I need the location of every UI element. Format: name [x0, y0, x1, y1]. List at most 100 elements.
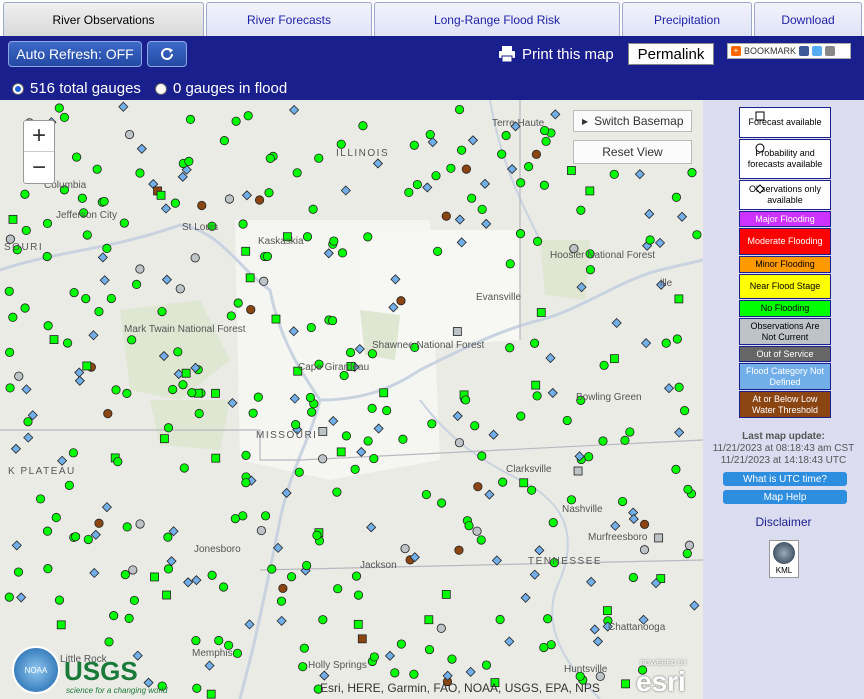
gauge-marker[interactable] — [278, 583, 288, 594]
gauge-marker[interactable] — [682, 549, 692, 559]
gauge-marker[interactable] — [529, 338, 540, 348]
reset-view-button[interactable]: Reset View — [573, 140, 692, 164]
gauge-marker[interactable] — [224, 194, 235, 204]
gauge-marker[interactable] — [57, 455, 68, 466]
gauge-marker[interactable] — [641, 338, 652, 349]
gauge-marker[interactable] — [241, 450, 251, 460]
gauge-marker[interactable] — [602, 606, 612, 616]
gauge-marker[interactable] — [56, 620, 66, 630]
gauge-marker[interactable] — [245, 273, 255, 283]
gauge-marker[interactable] — [476, 535, 486, 545]
gauge-marker[interactable] — [481, 218, 492, 229]
gauge-marker[interactable] — [491, 555, 502, 566]
gauge-marker[interactable] — [671, 464, 681, 474]
gauge-marker[interactable] — [621, 679, 630, 689]
gauge-marker[interactable] — [367, 403, 377, 414]
gauge-marker[interactable] — [194, 408, 204, 419]
gauge-marker[interactable] — [207, 570, 217, 580]
gauge-marker[interactable] — [350, 464, 360, 474]
gauge-marker[interactable] — [72, 152, 82, 162]
gauge-marker[interactable] — [617, 496, 628, 507]
gauge-marker[interactable] — [77, 193, 87, 203]
gauge-marker[interactable] — [83, 534, 93, 545]
gauge-marker[interactable] — [233, 298, 243, 308]
gauge-marker[interactable] — [585, 186, 595, 196]
gauge-marker[interactable] — [363, 232, 373, 242]
gauge-marker[interactable] — [586, 576, 597, 587]
gauge-marker[interactable] — [92, 164, 102, 174]
gauge-marker[interactable] — [441, 590, 451, 599]
gauge-marker[interactable] — [161, 274, 172, 285]
gauge-marker[interactable] — [271, 314, 281, 324]
gauge-marker[interactable] — [567, 166, 576, 175]
gauge-marker[interactable] — [543, 614, 553, 624]
gauge-marker[interactable] — [104, 637, 114, 647]
gauge-marker[interactable] — [353, 619, 363, 629]
gauge-marker[interactable] — [562, 415, 572, 426]
gauge-marker[interactable] — [192, 683, 202, 693]
gauge-marker[interactable] — [533, 236, 543, 247]
gauge-marker[interactable] — [286, 572, 297, 582]
gauge-marker[interactable] — [21, 384, 32, 395]
gauge-marker[interactable] — [341, 431, 351, 441]
gauge-marker[interactable] — [404, 187, 414, 198]
gauge-marker[interactable] — [318, 454, 328, 464]
kml-download[interactable]: KML — [769, 540, 799, 578]
gauge-marker[interactable] — [197, 200, 207, 211]
gauge-marker[interactable] — [436, 498, 447, 508]
gauge-marker[interactable] — [396, 296, 406, 306]
gauge-marker[interactable] — [206, 689, 216, 699]
gauge-marker[interactable] — [598, 436, 608, 446]
gauge-marker[interactable] — [42, 251, 52, 262]
gauge-marker[interactable] — [409, 669, 419, 679]
gauge-marker[interactable] — [13, 567, 24, 577]
gauge-marker[interactable] — [305, 392, 316, 403]
gauge-marker[interactable] — [160, 434, 169, 444]
gauge-marker[interactable] — [654, 533, 664, 543]
gauge-marker[interactable] — [337, 248, 348, 258]
gauge-marker[interactable] — [516, 411, 526, 421]
gauge-marker[interactable] — [298, 662, 308, 672]
gauge-marker[interactable] — [42, 526, 53, 536]
gauge-marker[interactable] — [319, 670, 330, 681]
gauge-marker[interactable] — [327, 315, 338, 326]
gauge-marker[interactable] — [645, 235, 655, 245]
gauge-marker[interactable] — [422, 182, 433, 193]
gauge-marker[interactable] — [390, 668, 400, 678]
gauge-marker[interactable] — [103, 409, 113, 419]
gauge-marker[interactable] — [454, 104, 465, 115]
gauge-marker[interactable] — [35, 494, 46, 504]
gauge-marker[interactable] — [473, 482, 483, 492]
gauge-marker[interactable] — [609, 169, 619, 179]
gauge-marker[interactable] — [259, 276, 269, 286]
gauge-marker[interactable] — [262, 251, 273, 261]
gauge-marker[interactable] — [302, 232, 313, 242]
gauge-marker[interactable] — [689, 600, 700, 611]
gauge-marker[interactable] — [219, 136, 229, 146]
gauge-marker[interactable] — [409, 140, 419, 150]
gauge-marker[interactable] — [531, 149, 542, 159]
gauge-marker[interactable] — [505, 259, 515, 269]
gauge-marker[interactable] — [82, 230, 92, 240]
gauge-marker[interactable] — [241, 246, 251, 256]
gauge-marker[interactable] — [101, 502, 112, 513]
gauge-marker[interactable] — [183, 577, 194, 588]
gauge-marker[interactable] — [74, 375, 85, 386]
gauge-marker[interactable] — [119, 218, 129, 228]
gauge-marker[interactable] — [214, 635, 224, 646]
tab-river-forecasts[interactable]: River Forecasts — [206, 2, 372, 36]
gauge-marker[interactable] — [366, 522, 377, 533]
gauge-marker[interactable] — [168, 384, 178, 395]
gauge-marker[interactable] — [129, 595, 139, 606]
gauge-marker[interactable] — [43, 321, 53, 331]
gauge-marker[interactable] — [231, 116, 241, 126]
gauge-marker[interactable] — [539, 180, 549, 190]
gauge-marker[interactable] — [481, 660, 492, 670]
gauge-marker[interactable] — [8, 214, 18, 224]
gauge-marker[interactable] — [230, 514, 240, 524]
gauge-marker[interactable] — [163, 423, 174, 433]
gauge-marker[interactable] — [291, 420, 301, 430]
gauge-marker[interactable] — [294, 467, 304, 477]
map-canvas[interactable]: Terre Haute ILLINOIS Columbia Jefferson Cit… — [0, 100, 703, 699]
gauge-marker[interactable] — [379, 388, 389, 398]
